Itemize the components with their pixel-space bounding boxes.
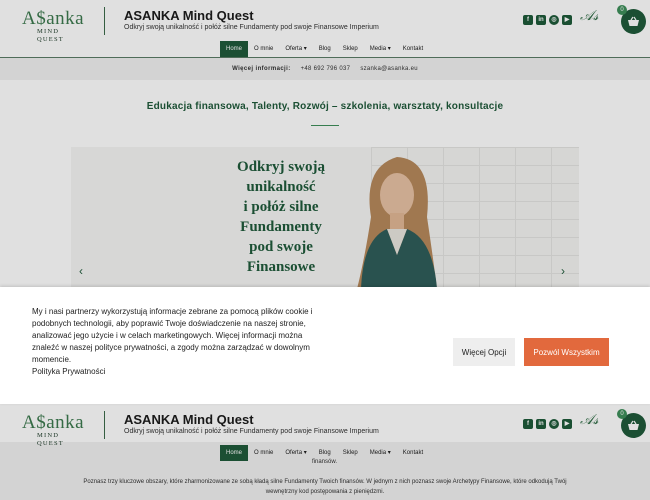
hero-line: Fundamenty xyxy=(240,219,322,235)
header-divider xyxy=(104,7,105,35)
hero-line: i połóż silne xyxy=(243,199,319,215)
hero-line: Odkryj swoją xyxy=(237,159,325,175)
nav-item-oferta[interactable]: Oferta ▾ xyxy=(279,41,312,57)
site-title[interactable]: ASANKA Mind Quest xyxy=(124,412,254,427)
body-text-fragment: finansów. xyxy=(312,459,338,465)
body-paragraph: Poznasz trzy kluczowe obszary, które zha… xyxy=(83,479,567,495)
nav-item-o-mnie[interactable]: O mnie xyxy=(248,445,279,461)
nav-item-sklep[interactable]: Sklep xyxy=(337,445,364,461)
phone-link[interactable]: +48 692 796 037 xyxy=(301,66,351,72)
email-link[interactable]: szanka@asanka.eu xyxy=(360,66,418,72)
slider-prev-arrow[interactable]: ‹ xyxy=(79,264,83,278)
cookie-message: My i nasi partnerzy wykorzystują informa… xyxy=(32,307,313,364)
instagram-icon[interactable]: ◎ xyxy=(549,419,559,429)
instagram-icon[interactable]: ◎ xyxy=(549,15,559,25)
brand-signature-logo: 𝒜𝓈 xyxy=(580,413,599,428)
site-logo[interactable]: A$anka MIND QUEST xyxy=(22,8,85,43)
cart-count-badge: 0 xyxy=(617,5,627,15)
site-title[interactable]: ASANKA Mind Quest xyxy=(124,8,254,23)
hero-line: Finansowe xyxy=(246,259,316,275)
nav-item-home[interactable]: Home xyxy=(220,445,249,461)
hero-line: unikalność xyxy=(246,179,316,195)
page-subtitle: Edukacja finansowa, Talenty, Rozwój – sz… xyxy=(146,101,504,112)
logo-subtitle: MIND QUEST xyxy=(37,28,64,43)
brand-signature-logo: 𝒜𝓈 xyxy=(580,9,599,24)
nav-item-o-mnie[interactable]: O mnie xyxy=(248,41,279,57)
slider-next-arrow[interactable]: › xyxy=(561,264,565,278)
nav-item-oferta[interactable]: Oferta ▾ xyxy=(279,445,312,461)
info-label: Więcej informacji: xyxy=(232,66,291,72)
header-divider xyxy=(104,411,105,439)
site-header: A$anka MIND QUEST ASANKA Mind Quest Odkr… xyxy=(0,0,650,43)
cookie-consent-banner: My i nasi partnerzy wykorzystują informa… xyxy=(0,287,650,404)
hero-portrait-image xyxy=(357,157,437,289)
hero-line: pod swoje xyxy=(249,239,313,255)
more-options-button[interactable]: Więcej Opcji xyxy=(453,338,515,366)
privacy-policy-link[interactable]: Polityka Prywatności xyxy=(32,367,105,376)
nav-item-media[interactable]: Media ▾ xyxy=(364,41,397,57)
linkedin-icon[interactable]: in xyxy=(536,419,546,429)
basket-icon xyxy=(628,420,639,430)
logo-wordmark: A$anka xyxy=(22,8,85,29)
basket-icon xyxy=(628,16,639,26)
facebook-icon[interactable]: f xyxy=(523,419,533,429)
youtube-icon[interactable]: ▶ xyxy=(562,15,572,25)
facebook-icon[interactable]: f xyxy=(523,15,533,25)
hero-slider[interactable]: Odkryj swoją unikalność i połóż silne Fu… xyxy=(71,147,579,289)
site-tagline: Odkryj swoją unikalność i połóż silne Fu… xyxy=(124,428,379,435)
nav-item-sklep[interactable]: Sklep xyxy=(337,41,364,57)
logo-wordmark: A$anka xyxy=(22,412,85,433)
social-links: f in ◎ ▶ xyxy=(523,419,572,429)
site-logo[interactable]: A$anka MIND QUEST xyxy=(22,412,85,447)
cart-count-badge: 0 xyxy=(617,409,627,419)
contact-info-bar: Więcej informacji: +48 692 796 037 szank… xyxy=(0,58,650,80)
subtitle-underline xyxy=(311,125,339,126)
logo-subtitle: MIND QUEST xyxy=(37,432,64,447)
youtube-icon[interactable]: ▶ xyxy=(562,419,572,429)
nav-item-home[interactable]: Home xyxy=(220,41,249,57)
nav-item-blog[interactable]: Blog xyxy=(313,41,337,57)
social-links: f in ◎ ▶ xyxy=(523,15,572,25)
hero-headline: Odkryj swoją unikalność i połóż silne Fu… xyxy=(221,157,341,277)
allow-all-button[interactable]: Pozwól Wszystkim xyxy=(524,338,609,366)
main-nav: Home O mnie Oferta ▾ Blog Sklep Media ▾ … xyxy=(220,41,429,57)
nav-item-kontakt[interactable]: Kontakt xyxy=(397,445,429,461)
sticky-header: A$anka MIND QUEST ASANKA Mind Quest Odkr… xyxy=(0,404,650,447)
site-tagline: Odkryj swoją unikalność i połóż silne Fu… xyxy=(124,24,379,31)
nav-item-media[interactable]: Media ▾ xyxy=(364,445,397,461)
nav-item-kontakt[interactable]: Kontakt xyxy=(397,41,429,57)
linkedin-icon[interactable]: in xyxy=(536,15,546,25)
